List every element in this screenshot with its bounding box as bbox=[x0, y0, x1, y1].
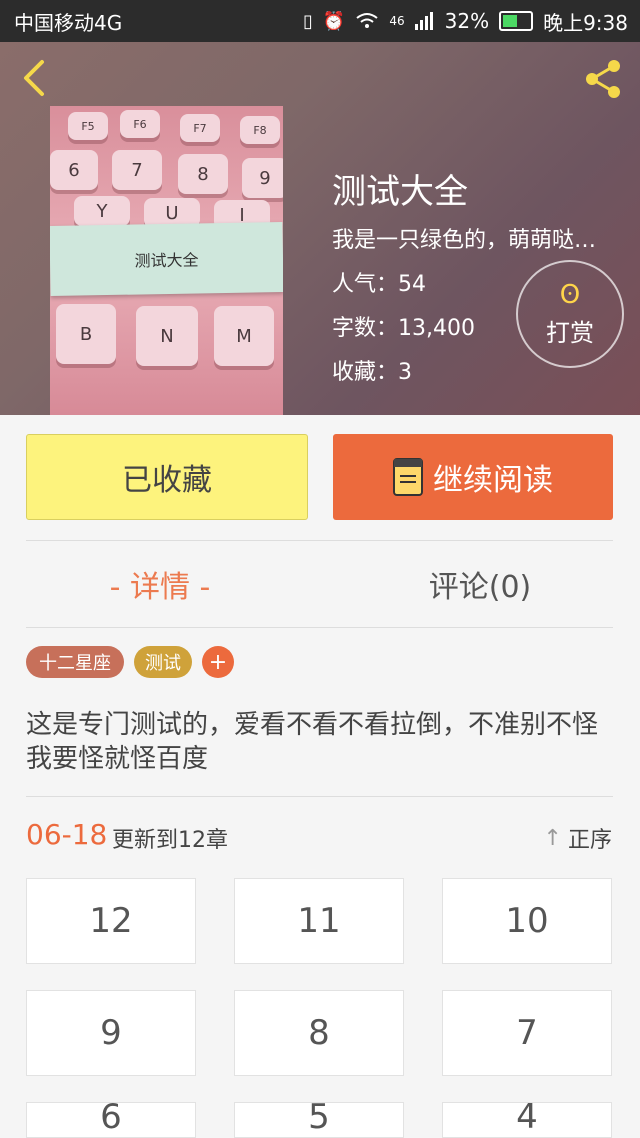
collected-button[interactable]: 已收藏 bbox=[26, 434, 308, 520]
clock: 晚上9:38 bbox=[543, 10, 628, 35]
book-cover[interactable]: F5 F6 F7 F8 6 7 8 9 Y U I 测试大全 B N M bbox=[50, 106, 283, 415]
chapter-item[interactable]: 7 bbox=[442, 990, 612, 1076]
add-tag-button[interactable]: + bbox=[202, 646, 234, 678]
cover-key: B bbox=[56, 304, 116, 364]
share-icon bbox=[586, 60, 620, 98]
chapter-item[interactable]: 9 bbox=[26, 990, 196, 1076]
tab-detail[interactable]: - 详情 - bbox=[0, 540, 320, 628]
cover-key: F8 bbox=[240, 116, 280, 144]
alarm-icon: ⏰ bbox=[322, 10, 346, 32]
cover-key: F5 bbox=[68, 112, 108, 140]
sort-button[interactable]: ↑ 正序 bbox=[544, 822, 612, 854]
signal-type-label: 46 bbox=[389, 14, 405, 28]
book-title: 测试大全 bbox=[332, 172, 468, 212]
ingot-icon: ʘ bbox=[559, 279, 581, 310]
cover-title-label: 测试大全 bbox=[50, 221, 283, 297]
back-button[interactable] bbox=[16, 58, 56, 98]
tag-test[interactable]: 测试 bbox=[134, 646, 192, 678]
reward-label: 打赏 bbox=[546, 318, 594, 347]
wifi-icon bbox=[356, 13, 378, 28]
book-intro: 这是专门测试的，爱看不看不看拉倒，不准别不怪我要怪就怪百度 bbox=[26, 710, 599, 774]
cover-key: 8 bbox=[178, 154, 228, 194]
chapter-item[interactable]: 4 bbox=[442, 1097, 612, 1138]
chapter-item[interactable]: 11 bbox=[234, 878, 404, 964]
arrow-up-icon: ↑ bbox=[543, 825, 562, 851]
status-icons: ▯ ⏰ 46 32% 晚上9:38 bbox=[303, 7, 628, 36]
favorites-stat: 收藏：3 bbox=[332, 360, 412, 385]
cover-key: N bbox=[136, 306, 198, 366]
tag-zodiac[interactable]: 十二星座 bbox=[26, 646, 124, 678]
battery-percent: 32% bbox=[444, 9, 490, 33]
vibrate-icon: ▯ bbox=[303, 10, 313, 32]
tab-comment[interactable]: 评论(0) bbox=[320, 540, 640, 628]
chapter-item[interactable]: 10 bbox=[442, 878, 612, 964]
word-count-stat: 字数：13,400 bbox=[332, 316, 475, 341]
popularity-stat: 人气：54 bbox=[332, 272, 426, 297]
chapter-item[interactable]: 6 bbox=[26, 1097, 196, 1138]
divider bbox=[26, 627, 613, 628]
share-button[interactable] bbox=[580, 56, 626, 102]
cover-key: M bbox=[214, 306, 274, 366]
update-text: 更新到12章 bbox=[112, 828, 228, 853]
carrier-label: 中国移动4G bbox=[14, 10, 123, 35]
battery-icon bbox=[499, 11, 534, 31]
divider bbox=[26, 796, 613, 797]
cover-key: Y bbox=[74, 196, 130, 226]
update-date: 06-18 bbox=[26, 818, 108, 851]
book-header: F5 F6 F7 F8 6 7 8 9 Y U I 测试大全 B N M 测试大… bbox=[0, 42, 640, 415]
cover-key: 6 bbox=[50, 150, 98, 190]
continue-reading-label: 继续阅读 bbox=[433, 463, 553, 498]
sort-label: 正序 bbox=[567, 828, 612, 853]
cover-key: 9 bbox=[242, 158, 283, 198]
chapter-item[interactable]: 5 bbox=[234, 1097, 404, 1138]
book-description: 我是一只绿色的，萌萌哒… bbox=[332, 228, 597, 253]
status-bar: 中国移动4G ▯ ⏰ 46 32% 晚上9:38 bbox=[0, 0, 640, 42]
reward-button[interactable]: ʘ 打赏 bbox=[516, 260, 624, 368]
signal-icon bbox=[414, 12, 433, 30]
chevron-left-icon bbox=[24, 60, 44, 96]
chapter-item[interactable]: 8 bbox=[234, 990, 404, 1076]
cover-key: F7 bbox=[180, 114, 220, 142]
continue-reading-button[interactable]: 继续阅读 bbox=[333, 434, 613, 520]
book-icon bbox=[393, 458, 423, 496]
cover-key: F6 bbox=[120, 110, 160, 138]
chapter-item[interactable]: 12 bbox=[26, 878, 196, 964]
cover-key: 7 bbox=[112, 150, 162, 190]
